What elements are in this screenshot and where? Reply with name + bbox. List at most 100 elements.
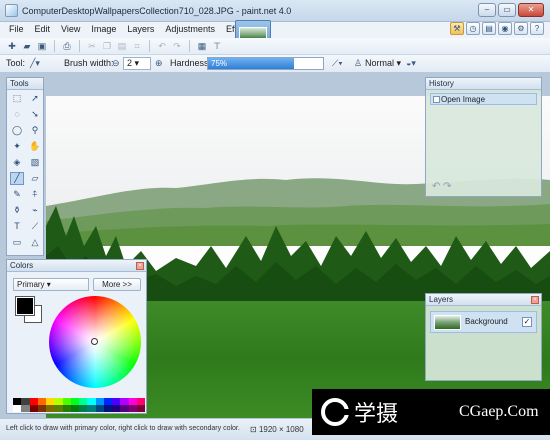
ellipse-select-icon[interactable]: ◯ (10, 124, 24, 137)
palette-swatch[interactable] (136, 405, 145, 412)
palette-swatch[interactable] (103, 405, 112, 412)
layer-row[interactable]: Background ✓ (430, 311, 537, 333)
palette-swatch[interactable] (21, 398, 30, 405)
move-selected-icon[interactable]: ➚ (28, 92, 42, 105)
palette-swatch[interactable] (54, 405, 63, 412)
new-file-icon[interactable]: ✚ (6, 40, 18, 52)
palette-swatch[interactable] (87, 398, 96, 405)
palette-swatch[interactable] (46, 405, 55, 412)
palette-swatch[interactable] (128, 405, 137, 412)
primary-color-swatch[interactable] (15, 296, 35, 316)
colors-toggle-icon[interactable]: ◉ (498, 22, 512, 35)
save-icon[interactable]: ▣ (36, 40, 48, 52)
undo-icon[interactable]: ↶ (156, 40, 168, 52)
menu-image[interactable]: Image (90, 24, 117, 34)
history-toggle-icon[interactable]: ◷ (466, 22, 480, 35)
menu-layers[interactable]: Layers (126, 24, 155, 34)
palette-swatch[interactable] (29, 398, 38, 405)
move-selection-icon[interactable]: ➘ (28, 108, 42, 121)
blend-mode-select[interactable]: Normal ▾ (365, 58, 401, 69)
triangle-shape-icon[interactable]: △ (28, 236, 42, 249)
brush-width-input[interactable]: 2 ▾ (123, 57, 151, 70)
palette-swatch[interactable] (37, 405, 46, 412)
gradient-icon[interactable]: ▧ (28, 156, 42, 169)
palette-swatch[interactable] (87, 405, 96, 412)
palette-swatch[interactable] (21, 405, 30, 412)
rectangle-select-icon[interactable]: ⬚ (10, 92, 24, 105)
paintbrush-tool-icon[interactable]: ╱ (10, 172, 24, 185)
palette-swatch[interactable] (37, 398, 46, 405)
open-folder-icon[interactable]: ▰ (21, 40, 33, 52)
palette-swatch[interactable] (103, 398, 112, 405)
palette-swatch[interactable] (29, 405, 38, 412)
menu-adjustments[interactable]: Adjustments (164, 24, 216, 34)
menu-file[interactable]: File (8, 24, 25, 34)
minimize-button[interactable]: – (478, 3, 496, 17)
menu-edit[interactable]: Edit (34, 24, 52, 34)
magic-wand-icon[interactable]: ✦ (10, 140, 24, 153)
pencil-icon[interactable]: ✎ (10, 188, 24, 201)
palette-swatch[interactable] (13, 405, 22, 412)
decrease-width-icon[interactable]: ⊖ (112, 58, 120, 69)
paint-bucket-icon[interactable]: ◈ (10, 156, 24, 169)
palette-swatch[interactable] (112, 398, 121, 405)
redo-icon[interactable]: ↷ (171, 40, 183, 52)
recolor-icon[interactable]: ⌁ (28, 204, 42, 217)
clone-stamp-icon[interactable]: ⚱ (10, 204, 24, 217)
palette-swatch[interactable] (54, 398, 63, 405)
palette-swatch[interactable] (120, 398, 129, 405)
layer-visibility-checkbox[interactable]: ✓ (522, 317, 532, 327)
lasso-select-icon[interactable]: ◌ (10, 108, 24, 121)
history-undo-icon[interactable]: ↶ (432, 181, 440, 192)
selection-mode-icon[interactable]: ◒▾ (406, 58, 416, 69)
hardness-slider[interactable]: 75% (207, 57, 324, 70)
crop-icon[interactable]: ⌗ (131, 40, 143, 52)
colors-panel-close-icon[interactable]: × (136, 262, 144, 270)
menu-view[interactable]: View (60, 24, 81, 34)
palette-swatch[interactable] (70, 405, 79, 412)
line-curve-icon[interactable]: ⟋ (28, 220, 42, 233)
history-redo-icon[interactable]: ↷ (443, 181, 451, 192)
color-wheel-cursor[interactable] (91, 338, 98, 345)
color-wheel[interactable] (49, 296, 141, 388)
shapes-icon[interactable]: ▭ (10, 236, 24, 249)
increase-width-icon[interactable]: ⊕ (155, 58, 163, 69)
tools-toggle-icon[interactable]: ⚒ (450, 22, 464, 35)
copy-icon[interactable]: ❐ (101, 40, 113, 52)
grid-icon[interactable]: ▦ (196, 40, 208, 52)
paintbrush-icon[interactable]: ╱▾ (30, 58, 40, 69)
palette-swatch[interactable] (46, 398, 55, 405)
palette-swatch[interactable] (79, 398, 88, 405)
paste-icon[interactable]: ▤ (116, 40, 128, 52)
palette-swatch[interactable] (13, 398, 22, 405)
palette-swatch[interactable] (136, 398, 145, 405)
color-palette[interactable] (13, 398, 145, 412)
maximize-button[interactable]: ▭ (498, 3, 516, 17)
palette-swatch[interactable] (112, 405, 121, 412)
settings-gear-icon[interactable]: ⚙ (514, 22, 528, 35)
palette-swatch[interactable] (120, 405, 129, 412)
palette-swatch[interactable] (79, 405, 88, 412)
color-picker-icon[interactable]: ⍏ (28, 188, 42, 201)
text-icon[interactable]: T (10, 220, 24, 233)
antialias-icon[interactable]: ⟋▾ (332, 58, 343, 69)
ruler-icon[interactable]: ⊤ (211, 40, 223, 52)
pan-icon[interactable]: ✋ (28, 140, 42, 153)
more-colors-button[interactable]: More >> (93, 278, 141, 291)
color-mode-dropdown[interactable]: Primary ▾ (13, 278, 89, 291)
palette-swatch[interactable] (62, 405, 71, 412)
layers-toggle-icon[interactable]: ▤ (482, 22, 496, 35)
palette-swatch[interactable] (95, 398, 104, 405)
palette-swatch[interactable] (62, 398, 71, 405)
history-item[interactable]: Open Image (430, 93, 537, 105)
palette-swatch[interactable] (70, 398, 79, 405)
zoom-icon[interactable]: ⚲ (28, 124, 42, 137)
eraser-icon[interactable]: ▱ (28, 172, 42, 185)
palette-swatch[interactable] (128, 398, 137, 405)
layers-panel-close-icon[interactable]: × (531, 296, 539, 304)
palette-swatch[interactable] (95, 405, 104, 412)
print-icon[interactable]: ⎙ (61, 40, 73, 52)
cut-icon[interactable]: ✂ (86, 40, 98, 52)
close-button[interactable]: ✕ (518, 3, 544, 17)
help-icon[interactable]: ? (530, 22, 544, 35)
